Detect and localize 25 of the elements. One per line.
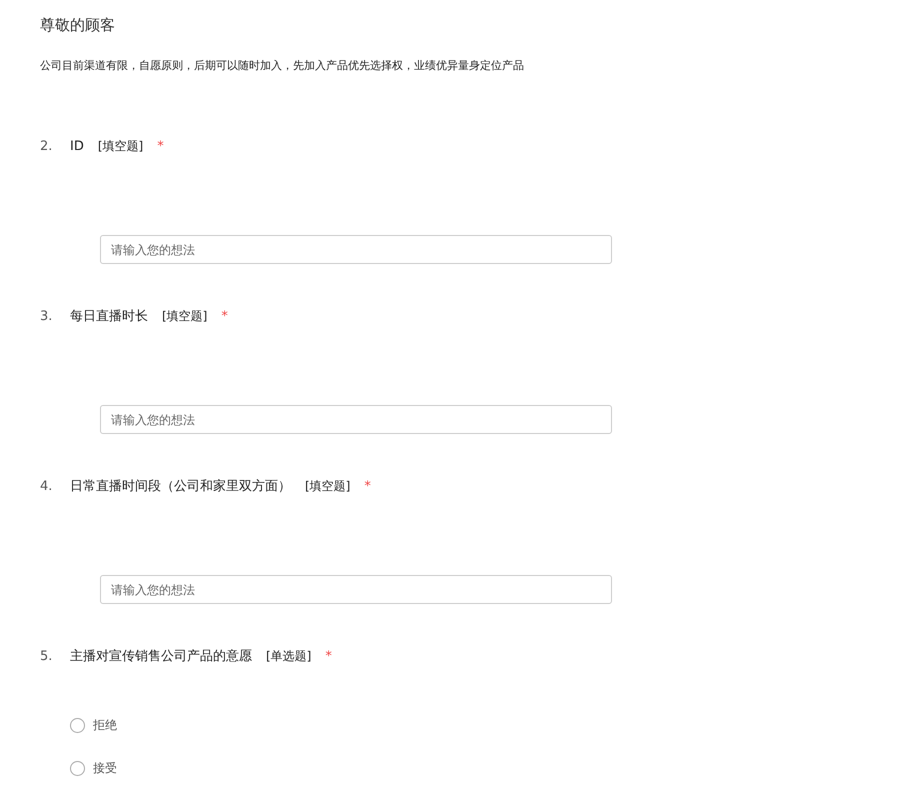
answer-field[interactable]: 请输入您的想法 — [100, 405, 612, 434]
question-number: 3. — [40, 308, 54, 324]
option-label: 接受 — [93, 760, 117, 776]
survey-intro: 公司目前渠道有限，自愿原则，后期可以随时加入，先加入产品优先选择权，业绩优异量身定位产品 — [40, 58, 525, 74]
question-title: ID — [70, 138, 84, 154]
radio-button[interactable] — [70, 718, 85, 732]
question-type: [填空题] — [98, 138, 144, 154]
question-number: 4. — [40, 478, 54, 494]
question-number: 5. — [40, 648, 54, 664]
answer-field[interactable]: 请输入您的想法 — [100, 575, 612, 604]
required-mark: * — [221, 308, 228, 324]
required-mark: * — [325, 648, 332, 664]
option-label: 拒绝 — [93, 716, 117, 734]
question-number: 2. — [40, 138, 54, 154]
survey-title: 尊敬的顾客 — [40, 15, 116, 35]
question-title: 主播对宣传销售公司产品的意愿 — [70, 648, 252, 665]
answer-field[interactable]: 请输入您的想法 — [100, 235, 612, 264]
required-mark: * — [364, 478, 371, 494]
question-title: 日常直播时间段（公司和家里双方面） — [70, 478, 291, 495]
question-type: [填空题] — [305, 478, 350, 494]
radio-button[interactable] — [70, 760, 85, 776]
question-type: [单选题] — [266, 648, 312, 664]
question-title: 每日直播时长 — [70, 308, 148, 325]
question-type: [填空题] — [162, 308, 208, 324]
required-mark: * — [157, 138, 164, 154]
